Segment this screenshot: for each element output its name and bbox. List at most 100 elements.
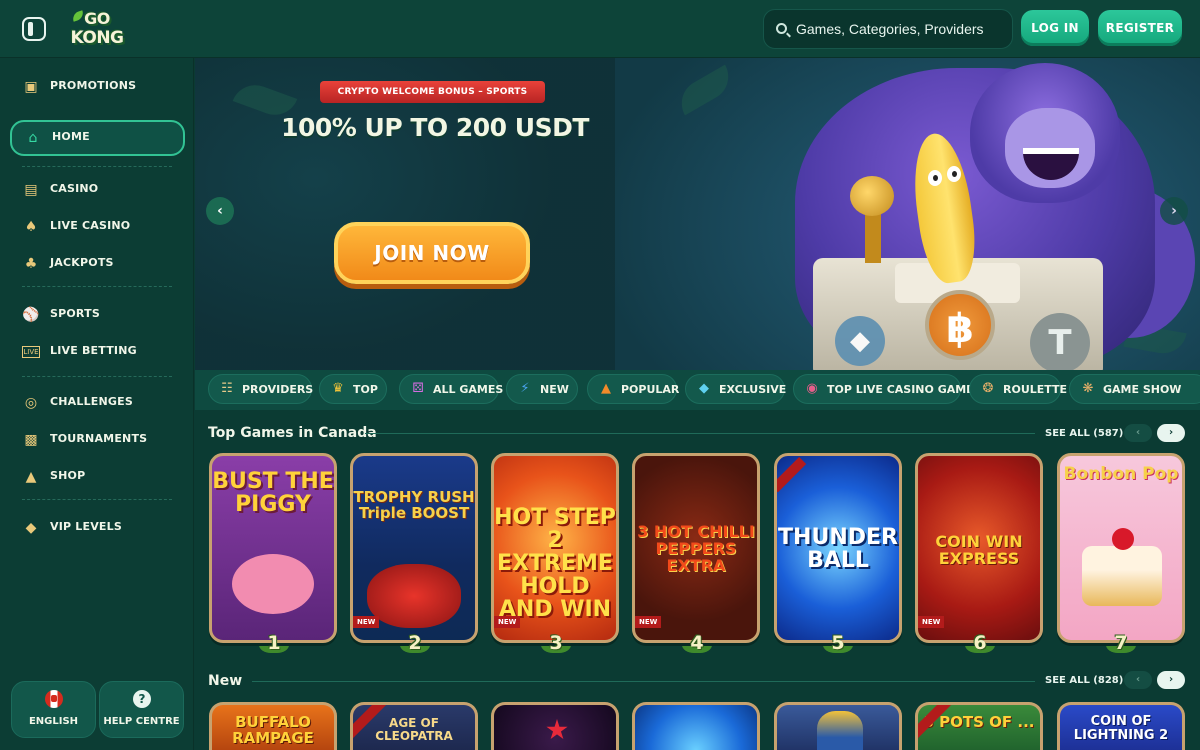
top-bar: GO KONG LOG IN REGISTER	[0, 0, 1200, 58]
rank-badge: 2	[395, 628, 435, 658]
sidebar-item-tournaments[interactable]: ▩ TOURNAMENTS	[10, 422, 185, 458]
sidebar-item-label: TOURNAMENTS	[50, 432, 148, 445]
leaderboard-icon: ▩	[24, 432, 38, 448]
game-title: Bonbon Pop	[1063, 464, 1179, 484]
category-label: POPULAR	[621, 383, 680, 396]
playing-card-icon: ♠	[24, 219, 38, 235]
category-label: GAME SHOW	[1103, 383, 1182, 396]
chevron-left-icon[interactable]: ‹	[206, 197, 234, 225]
category-label: PROVIDERS	[242, 383, 314, 396]
hero-banner[interactable]: ◆ ฿ T	[195, 58, 1200, 370]
sidebar-item-challenges[interactable]: ◎ CHALLENGES	[10, 385, 185, 421]
rank-badge: 1	[254, 628, 294, 658]
language-button[interactable]: ENGLISH	[11, 681, 96, 738]
category-new[interactable]: ⚡ NEW	[506, 374, 578, 404]
category-label: ALL GAMES	[433, 383, 504, 396]
game-card[interactable]: BUFFALO RAMPAGE	[209, 702, 337, 750]
sidebar-item-casino[interactable]: ▤ CASINO	[10, 172, 185, 208]
sidebar-item-jackpots[interactable]: ♣ JACKPOTS	[10, 246, 185, 282]
category-popular[interactable]: ▲ POPULAR	[587, 374, 680, 404]
sidebar-item-promotions[interactable]: ▣ PROMOTIONS	[10, 69, 185, 105]
divider	[22, 499, 172, 500]
category-label: TOP LIVE CASINO GAMES	[827, 383, 982, 396]
category-providers[interactable]: ☷ PROVIDERS	[208, 374, 314, 404]
sidebar-item-vip-levels[interactable]: ◆ VIP LEVELS	[10, 510, 185, 546]
sidebar-item-live-casino[interactable]: ♠ LIVE CASINO	[10, 209, 185, 245]
see-all-top-games-link[interactable]: SEE ALL (587)	[1045, 428, 1123, 439]
language-label: ENGLISH	[28, 716, 79, 727]
help-label: HELP CENTRE	[103, 716, 180, 727]
category-exclusive[interactable]: ◆ EXCLUSIVE	[685, 374, 786, 404]
new-badge: NEW	[918, 616, 945, 628]
game-card[interactable]: COIN WIN EXPRESS NEW	[915, 453, 1043, 643]
gift-icon: ▣	[24, 79, 38, 95]
rank-badge: 4	[677, 628, 717, 658]
logo[interactable]: GO KONG	[66, 8, 128, 50]
chevron-left-icon[interactable]: ‹	[1124, 424, 1152, 442]
game-card[interactable]: COIN OF LIGHTNING 2	[1057, 702, 1185, 750]
pharaoh-illustration	[817, 711, 863, 750]
wheel-icon: ❋	[1082, 381, 1094, 396]
game-card[interactable]: AGE OF CLEOPATRA	[350, 702, 478, 750]
help-icon: ?	[133, 690, 151, 708]
game-card[interactable]	[491, 702, 619, 750]
chevron-right-icon[interactable]: ›	[1157, 424, 1185, 442]
sidebar-item-label: SHOP	[50, 469, 86, 482]
search-box[interactable]	[763, 9, 1013, 49]
game-card[interactable]: BUST THE PIGGY	[209, 453, 337, 643]
sidebar-item-label: HOME	[52, 130, 90, 143]
category-label: TOP	[353, 383, 378, 396]
game-title: THUNDER BALL	[778, 525, 898, 574]
category-bar: ☷ PROVIDERS ♛ TOP ⚄ ALL GAMES ⚡ NEW ▲ PO…	[195, 370, 1200, 410]
help-centre-button[interactable]: ? HELP CENTRE	[99, 681, 184, 738]
sidebar-item-label: CHALLENGES	[50, 395, 133, 408]
category-top[interactable]: ♛ TOP	[319, 374, 387, 404]
game-card[interactable]	[632, 702, 760, 750]
rank-badge: 7	[1101, 628, 1141, 658]
game-card[interactable]: Bonbon Pop	[1057, 453, 1185, 643]
new-badge: NEW	[635, 616, 662, 628]
eye	[947, 166, 961, 182]
ethereum-coin-icon: ◆	[835, 316, 885, 366]
game-card[interactable]	[774, 702, 902, 750]
register-button[interactable]: REGISTER	[1098, 10, 1182, 46]
rank-badge: 5	[818, 628, 858, 658]
category-top-live-casino-games[interactable]: ◉ TOP LIVE CASINO GAMES	[793, 374, 982, 404]
sidebar: ▣ PROMOTIONS ⌂ HOME ▤ CASINO ♠ LIVE CASI…	[0, 58, 194, 750]
sidebar-item-home[interactable]: ⌂ HOME	[10, 120, 185, 156]
category-all-games[interactable]: ⚄ ALL GAMES	[399, 374, 503, 404]
game-card[interactable]: HOT STEP 2 EXTREME HOLD AND WIN NEW	[491, 453, 619, 643]
chevron-left-icon[interactable]: ‹	[1124, 671, 1152, 689]
see-all-new-link[interactable]: SEE ALL (828)	[1045, 675, 1123, 686]
chevron-right-icon[interactable]: ›	[1160, 197, 1188, 225]
chevron-right-icon[interactable]: ›	[1157, 671, 1185, 689]
game-card[interactable]: THUNDER BALL	[774, 453, 902, 643]
category-game-show[interactable]: ❋ GAME SHOW	[1069, 374, 1200, 404]
flame-icon: ▲	[601, 381, 611, 396]
sidebar-item-label: LIVE CASINO	[50, 219, 131, 232]
tether-coin-icon: T	[1030, 313, 1090, 370]
game-card[interactable]: 3 POTS OF ...	[915, 702, 1043, 750]
game-card[interactable]: 3 HOT CHILLI PEPPERS EXTRA NEW	[632, 453, 760, 643]
logo-line2: KONG	[70, 28, 124, 48]
game-card[interactable]: TROPHY RUSH Triple BOOST NEW	[350, 453, 478, 643]
sidebar-toggle-icon[interactable]	[22, 17, 46, 41]
eye	[928, 170, 942, 186]
sidebar-item-sports[interactable]: ⚾ SPORTS	[10, 297, 185, 333]
join-now-button[interactable]: JOIN NOW	[334, 222, 530, 284]
logo-line1: GO	[84, 9, 110, 28]
ball-icon: ⚾	[22, 307, 40, 323]
game-title: COIN WIN EXPRESS	[935, 532, 1023, 568]
bitcoin-coin-icon: ฿	[925, 290, 995, 360]
search-input[interactable]	[796, 18, 1006, 40]
search-icon	[776, 23, 787, 34]
category-label: NEW	[540, 383, 569, 396]
cake-illustration	[1082, 546, 1162, 606]
chip-icon: ◉	[806, 381, 818, 396]
sidebar-item-label: CASINO	[50, 182, 99, 195]
new-badge: NEW	[353, 616, 380, 628]
sidebar-item-live-betting[interactable]: LIVE LIVE BETTING	[10, 334, 185, 370]
sidebar-item-shop[interactable]: ▲ SHOP	[10, 459, 185, 495]
login-button[interactable]: LOG IN	[1021, 10, 1089, 46]
category-roulette[interactable]: ❂ ROULETTE	[969, 374, 1067, 404]
